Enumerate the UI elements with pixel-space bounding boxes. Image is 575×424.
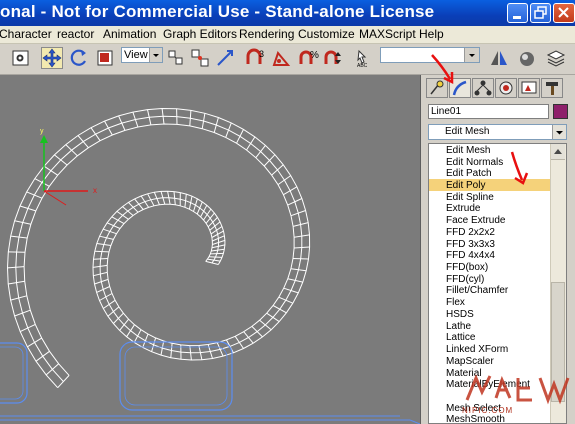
- annotation-overlay: [431, 54, 529, 185]
- annotation-arrow-icon: [431, 54, 454, 85]
- watermark-logo: NIPIC.COM: [462, 370, 572, 420]
- annotation-arrow-icon: [510, 151, 529, 185]
- app-window: onal - Not for Commercial Use - Stand-al…: [0, 0, 575, 424]
- watermark-icon: [465, 374, 570, 405]
- watermark-url: NIPIC.COM: [462, 406, 514, 415]
